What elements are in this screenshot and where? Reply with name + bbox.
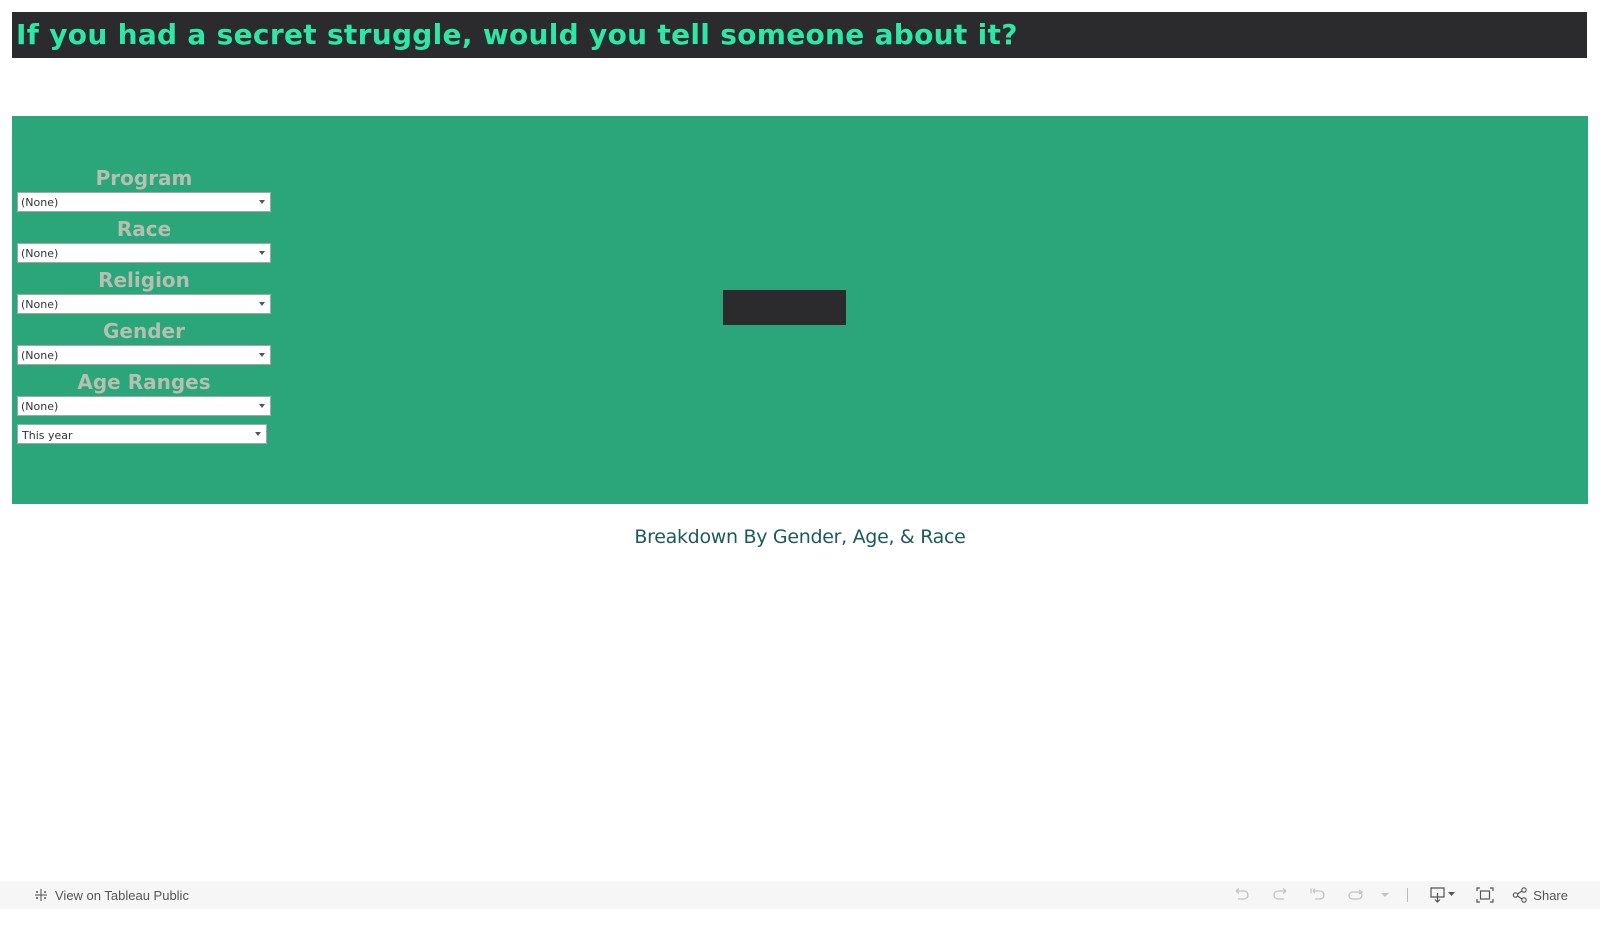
pause-dropdown-button[interactable] bbox=[1379, 885, 1391, 905]
toolbar-actions: Share bbox=[1223, 881, 1600, 909]
filter-label: Religion bbox=[98, 268, 190, 292]
filter-age-ranges: Age Ranges (None) bbox=[17, 370, 271, 421]
revert-button[interactable] bbox=[1306, 885, 1330, 905]
redo-button[interactable] bbox=[1268, 885, 1292, 905]
dropdown-value: (None) bbox=[21, 196, 59, 209]
dropdown-value: (None) bbox=[21, 400, 59, 413]
download-icon bbox=[1430, 887, 1456, 903]
refresh-button[interactable] bbox=[1344, 885, 1368, 905]
revert-icon bbox=[1310, 888, 1325, 900]
view-on-tableau-public-link[interactable]: View on Tableau Public bbox=[33, 887, 189, 903]
dashboard-title: If you had a secret struggle, would you … bbox=[16, 18, 1018, 51]
filter-gender: Gender (None) bbox=[17, 319, 271, 370]
filter-label: Race bbox=[116, 217, 172, 241]
tableau-toolbar: View on Tableau Public Share bbox=[0, 881, 1600, 909]
date-range-dropdown[interactable]: This year bbox=[17, 424, 267, 444]
empty-chart-placeholder bbox=[723, 290, 846, 325]
dashboard-header: If you had a secret struggle, would you … bbox=[12, 12, 1587, 58]
dropdown-value: (None) bbox=[21, 349, 59, 362]
filter-race: Race (None) bbox=[17, 217, 271, 268]
view-link-label: View on Tableau Public bbox=[55, 887, 189, 903]
chevron-down-icon bbox=[259, 404, 265, 408]
age-ranges-dropdown[interactable]: (None) bbox=[17, 396, 271, 416]
fullscreen-icon bbox=[1476, 887, 1494, 903]
chevron-down-icon bbox=[255, 432, 261, 436]
tableau-logo-icon bbox=[33, 887, 49, 903]
toolbar-divider bbox=[1407, 888, 1409, 902]
filter-label: Program bbox=[95, 166, 193, 190]
chevron-down-icon bbox=[259, 251, 265, 255]
filter-label: Gender bbox=[103, 319, 185, 343]
dropdown-value: (None) bbox=[21, 247, 59, 260]
chevron-down-icon bbox=[259, 353, 265, 357]
undo-button[interactable] bbox=[1230, 885, 1254, 905]
chevron-down-icon bbox=[259, 302, 265, 306]
share-icon bbox=[1513, 887, 1528, 903]
dropdown-value: (None) bbox=[21, 298, 59, 311]
section-subtitle: Breakdown By Gender, Age, & Race bbox=[634, 526, 966, 548]
chevron-down-icon bbox=[259, 200, 265, 204]
share-button[interactable]: Share bbox=[1512, 887, 1568, 903]
redo-icon bbox=[1273, 888, 1287, 900]
gender-dropdown[interactable]: (None) bbox=[17, 345, 271, 365]
filter-program: Program (None) bbox=[17, 166, 271, 217]
program-dropdown[interactable]: (None) bbox=[17, 192, 271, 212]
filter-label: Age Ranges bbox=[77, 370, 211, 394]
download-button[interactable] bbox=[1427, 885, 1459, 905]
filter-religion: Religion (None) bbox=[17, 268, 271, 319]
dropdown-value: This year bbox=[22, 429, 73, 442]
fullscreen-button[interactable] bbox=[1473, 885, 1497, 905]
race-dropdown[interactable]: (None) bbox=[17, 243, 271, 263]
pause-dropdown-icon bbox=[1381, 893, 1390, 897]
religion-dropdown[interactable]: (None) bbox=[17, 294, 271, 314]
undo-icon bbox=[1235, 888, 1249, 900]
refresh-icon bbox=[1348, 889, 1364, 900]
filter-panel: Program (None) Race (None) Religion (Non… bbox=[12, 116, 1588, 504]
share-label: Share bbox=[1533, 887, 1568, 903]
filter-column: Program (None) Race (None) Religion (Non… bbox=[17, 166, 271, 421]
